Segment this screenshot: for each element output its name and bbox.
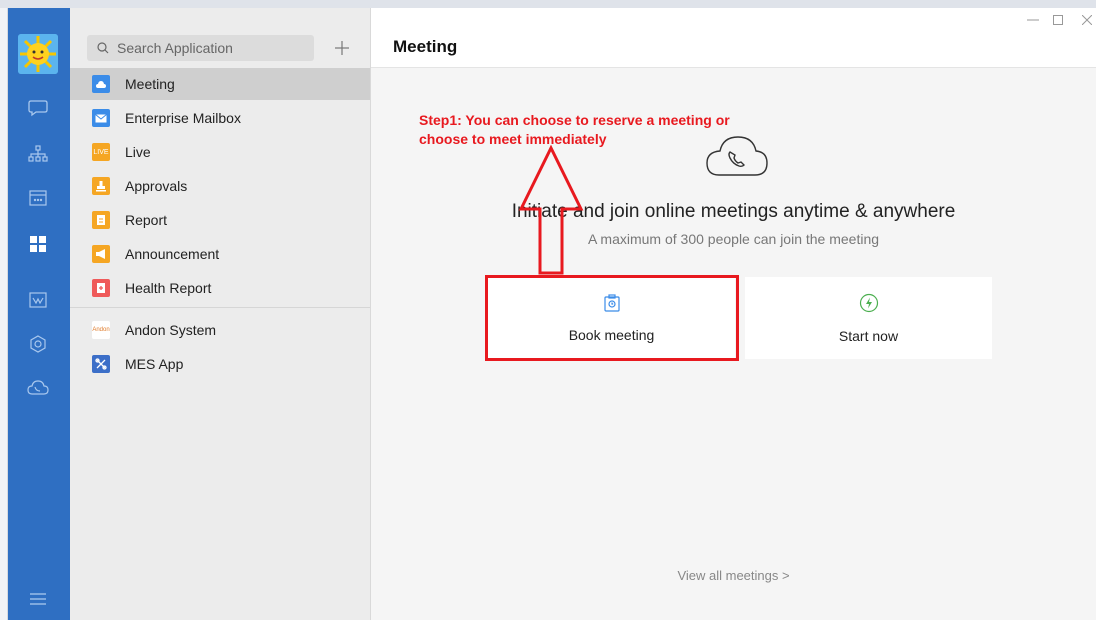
app-item-label: Enterprise Mailbox	[125, 110, 241, 126]
workbench-icon[interactable]	[23, 287, 53, 313]
app-item-approvals[interactable]: Approvals	[70, 170, 370, 202]
subline: A maximum of 300 people can join the mee…	[587, 231, 880, 247]
minimize-button[interactable]	[1024, 12, 1042, 28]
app-item-report[interactable]: Report	[70, 204, 370, 236]
mes-icon	[92, 355, 110, 373]
app-item-label: Live	[125, 144, 151, 160]
start-now-label: Start now	[838, 327, 899, 344]
report-icon	[92, 211, 110, 229]
apps-grid-icon[interactable]	[23, 231, 53, 257]
nav-rail	[8, 8, 70, 620]
maximize-icon	[1053, 15, 1063, 25]
search-input[interactable]	[117, 40, 297, 56]
view-all-meetings-link[interactable]: View all meetings >	[371, 568, 1096, 583]
app-item-label: Announcement	[125, 246, 220, 262]
headline: Initiate and join online meetings anytim…	[511, 201, 956, 222]
application-sidebar: Meeting Enterprise Mailbox LIVE Live App…	[70, 8, 371, 620]
health-icon	[92, 279, 110, 297]
book-meeting-label: Book meeting	[568, 326, 655, 343]
cloud-icon	[92, 75, 110, 93]
app-item-label: Report	[125, 212, 168, 228]
annotation-text: Step1: You can choose to reserve a meeti…	[419, 112, 730, 147]
search-box	[87, 35, 314, 61]
close-button[interactable]	[1078, 12, 1096, 28]
book-meeting-button[interactable]: Book meeting	[488, 277, 735, 359]
search-icon	[97, 42, 109, 54]
minimize-icon	[1027, 19, 1039, 21]
live-icon: LIVE	[92, 143, 110, 161]
mail-icon	[92, 109, 110, 127]
close-icon	[1082, 15, 1092, 25]
sidebar-divider	[70, 307, 370, 308]
app-item-andon-system[interactable]: Andon Andon System	[70, 314, 370, 346]
app-item-health-report[interactable]: Health Report	[70, 272, 370, 304]
avatar[interactable]	[18, 34, 58, 74]
maximize-button[interactable]	[1049, 12, 1067, 28]
app-item-label: Andon System	[125, 322, 217, 338]
app-item-label: MES App	[125, 356, 184, 372]
app-item-label: Approvals	[125, 178, 188, 194]
add-button[interactable]	[331, 35, 353, 61]
plus-icon	[335, 41, 349, 55]
megaphone-icon	[92, 245, 110, 263]
window-left-edge	[0, 8, 8, 620]
app-item-meeting[interactable]: Meeting	[70, 68, 370, 100]
andon-logo-icon: Andon	[92, 321, 110, 339]
cube-icon[interactable]	[23, 331, 53, 357]
app-item-enterprise-mailbox[interactable]: Enterprise Mailbox	[70, 102, 370, 134]
main-header: Meeting	[371, 8, 1096, 68]
app-item-announcement[interactable]: Announcement	[70, 238, 370, 270]
main-content: Meeting Initiate and join online meeting…	[371, 8, 1096, 620]
calendar-icon[interactable]	[23, 185, 53, 211]
clipboard-clock-icon	[603, 293, 620, 317]
chat-icon[interactable]	[23, 95, 53, 121]
sun-avatar-icon	[18, 34, 58, 74]
stamp-icon	[92, 177, 110, 195]
page-title: Meeting	[393, 37, 458, 56]
app-item-label: Meeting	[125, 76, 175, 92]
cloud-phone-icon[interactable]	[23, 375, 53, 401]
top-strip	[0, 0, 1096, 8]
org-chart-icon[interactable]	[23, 141, 53, 167]
app-item-mes-app[interactable]: MES App	[70, 348, 370, 380]
lightning-icon	[859, 293, 879, 318]
app-item-live[interactable]: LIVE Live	[70, 136, 370, 168]
menu-icon[interactable]	[23, 586, 53, 612]
start-now-button[interactable]: Start now	[745, 277, 992, 359]
app-item-label: Health Report	[125, 280, 212, 296]
